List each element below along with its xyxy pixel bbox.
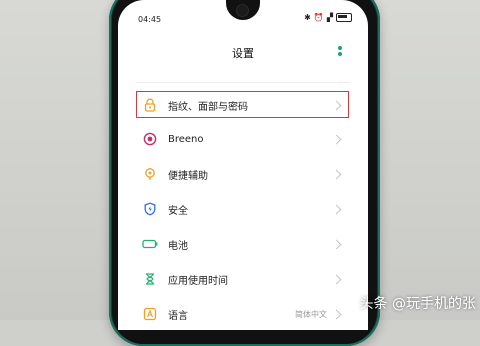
phone-screen: 04:45 ✱ ⏰ ▞ 设置 指纹、面部与密码 Breeno 便捷辅助 安全 电… <box>118 0 368 330</box>
bluetooth-icon: ✱ <box>304 13 311 22</box>
settings-item-breeno[interactable]: Breeno <box>136 124 350 154</box>
alarm-icon: ⏰ <box>313 13 324 22</box>
chevron-right-icon <box>331 204 342 214</box>
camera-notch <box>226 0 260 20</box>
watermark: 头条 @玩手机的张 <box>359 296 476 312</box>
settings-item-language[interactable]: 语言 简体中文 <box>136 299 350 329</box>
breeno-icon <box>142 131 158 147</box>
chevron-right-icon <box>331 239 342 249</box>
battery-icon <box>142 236 158 252</box>
settings-item-label: Breeno <box>168 133 204 145</box>
chevron-right-icon <box>331 309 342 319</box>
page-title: 设置 <box>232 47 254 60</box>
settings-item-battery[interactable]: 电池 <box>136 229 350 259</box>
settings-item-security[interactable]: 安全 <box>136 194 350 224</box>
header-divider <box>136 82 350 83</box>
signal-icon: ▞ <box>326 13 333 22</box>
chevron-right-icon <box>331 274 342 284</box>
settings-item-convenience[interactable]: 便捷辅助 <box>136 159 350 189</box>
front-camera <box>237 5 248 16</box>
chevron-right-icon <box>331 134 342 144</box>
settings-item-label: 便捷辅助 <box>168 170 208 182</box>
settings-item-app-usage-time[interactable]: 应用使用时间 <box>136 264 350 294</box>
settings-item-label: 安全 <box>168 205 188 217</box>
highlight-box <box>136 91 349 118</box>
more-options-icon[interactable] <box>338 46 342 56</box>
status-icons: ✱ ⏰ ▞ <box>304 13 352 22</box>
hand-icon <box>142 166 158 182</box>
settings-item-value: 简体中文 <box>295 309 327 319</box>
settings-item-label: 应用使用时间 <box>168 275 228 287</box>
settings-item-label: 电池 <box>168 240 188 252</box>
chevron-right-icon <box>331 169 342 179</box>
hourglass-icon <box>142 271 158 287</box>
status-time: 04:45 <box>138 15 162 24</box>
battery-status-icon <box>336 13 352 22</box>
settings-item-label: 语言 <box>168 310 188 322</box>
shield-icon <box>142 201 158 217</box>
